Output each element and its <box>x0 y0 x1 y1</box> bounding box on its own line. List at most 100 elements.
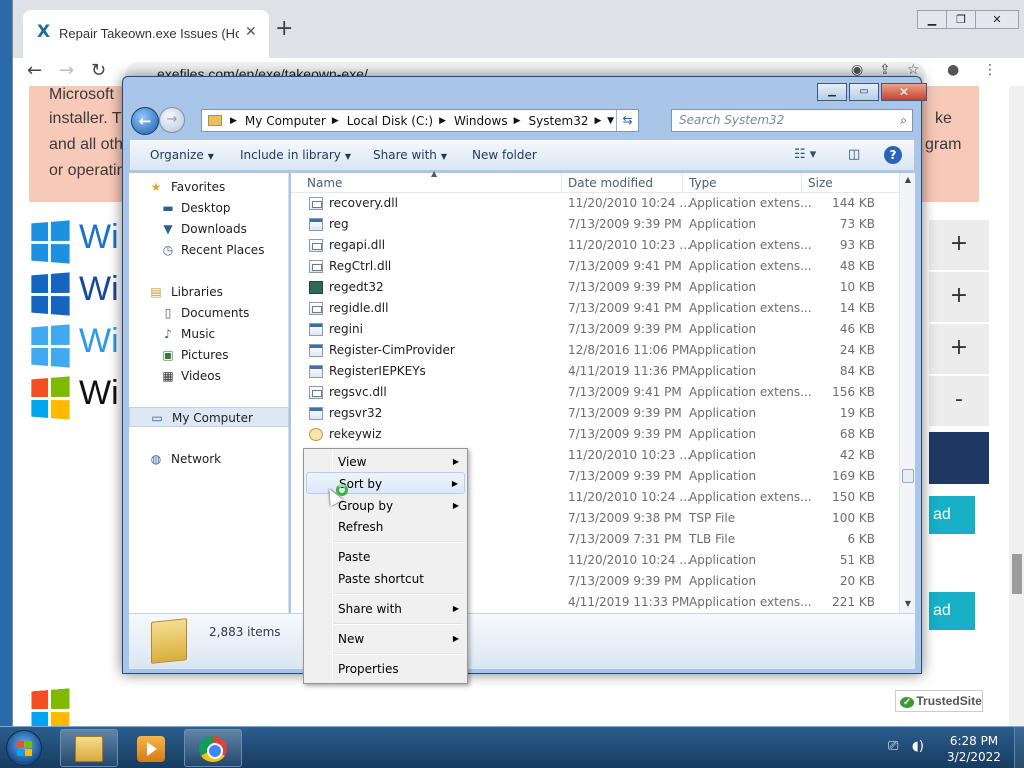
file-row[interactable]: RegisterIEPKEYs 4/11/2019 11:36 PM Applica… <box>291 361 899 382</box>
nav-pictures[interactable]: ▣ Pictures <box>129 345 289 365</box>
profile-avatar-icon[interactable]: ● <box>947 62 959 78</box>
reload-icon[interactable]: ↻ <box>91 60 106 81</box>
breadcrumb-my-computer[interactable]: My Computer <box>245 114 326 128</box>
breadcrumb-system32[interactable]: System32 <box>529 114 589 128</box>
chevron-right-icon[interactable]: ▶ <box>332 116 339 126</box>
accordion-expand-button[interactable]: + <box>929 324 989 374</box>
chevron-right-icon[interactable]: ▶ <box>595 116 602 126</box>
view-options-icon[interactable]: ☷ ▾ <box>794 147 816 162</box>
menu-item-view-label: View <box>338 455 367 469</box>
forward-arrow-icon[interactable]: → <box>159 107 185 133</box>
taskbar-chrome-button[interactable] <box>184 729 242 767</box>
include-in-library-button[interactable]: Include in library ▼ <box>240 148 351 162</box>
file-type: Application <box>689 322 757 336</box>
menu-item-refresh[interactable]: Refresh <box>306 516 465 538</box>
new-tab-button[interactable]: + <box>275 18 293 40</box>
help-icon[interactable]: ? <box>884 146 902 164</box>
new-folder-button[interactable]: New folder <box>472 148 537 162</box>
scroll-up-icon[interactable]: ▲ <box>900 175 916 184</box>
details-pane: 2,883 items <box>129 613 915 669</box>
preview-pane-icon[interactable]: ◫ <box>848 147 860 162</box>
menu-item-properties[interactable]: Properties <box>306 658 465 680</box>
browser-tab[interactable]: X Repair Takeown.exe Issues (How ✕ <box>23 10 269 58</box>
minimize-icon[interactable]: ▁ <box>817 83 847 101</box>
chevron-right-icon[interactable]: ▶ <box>230 116 237 126</box>
menu-item-share-with[interactable]: Share with ▶ <box>306 598 465 620</box>
close-icon[interactable]: ✕ <box>881 83 927 101</box>
search-input[interactable]: Search System32 ⌕ <box>671 109 913 132</box>
download-button[interactable]: ad <box>929 592 975 630</box>
address-bar[interactable]: ▶ My Computer ▶ Local Disk (C:) ▶ Window… <box>201 109 639 132</box>
file-row[interactable]: regedt32 7/13/2009 9:39 PM Application 10 K… <box>291 277 899 298</box>
file-size: 84 KB <box>839 364 875 378</box>
scroll-down-icon[interactable]: ▼ <box>900 599 916 608</box>
file-row[interactable]: regsvr32 7/13/2009 9:39 PM Application 19 K… <box>291 403 899 424</box>
network-tray-icon[interactable]: ⎚ <box>888 739 898 754</box>
chevron-right-icon[interactable]: ▶ <box>439 116 446 126</box>
file-row[interactable]: reg 7/13/2009 9:39 PM Application 73 KB <box>291 214 899 235</box>
address-dropdown-icon[interactable]: ▼ <box>607 116 614 126</box>
chevron-right-icon[interactable]: ▶ <box>514 116 521 126</box>
menu-item-new[interactable]: New ▶ <box>306 628 465 650</box>
start-button[interactable] <box>6 730 42 766</box>
menu-item-view[interactable]: View ▶ <box>306 451 465 473</box>
column-header-size[interactable]: Size <box>808 176 833 190</box>
file-list-scroll-thumb[interactable] <box>902 469 914 483</box>
refresh-icon[interactable]: ⇆ <box>616 110 638 131</box>
menu-dots-icon[interactable]: ⋮ <box>983 62 997 78</box>
file-list-scrollbar[interactable]: ▲ ▼ <box>899 173 915 613</box>
accordion-collapse-button[interactable]: - <box>929 376 989 426</box>
system-clock[interactable]: 6:28 PM 3/2/2022 <box>938 733 1010 765</box>
download-button[interactable]: ad <box>929 496 975 534</box>
column-header-type[interactable]: Type <box>689 176 717 190</box>
minimize-icon[interactable]: ▁ <box>918 11 947 28</box>
column-header-name[interactable]: Name <box>307 176 342 190</box>
file-row[interactable]: regidle.dll 7/13/2009 9:41 PM Application … <box>291 298 899 319</box>
nav-videos[interactable]: ▦ Videos <box>129 366 289 386</box>
item-count: 2,883 items <box>209 625 281 639</box>
column-header-date[interactable]: Date modified <box>568 176 653 190</box>
close-icon[interactable]: ✕ <box>976 11 1018 28</box>
nav-favorites[interactable]: ★ Favorites <box>129 177 289 197</box>
organize-button[interactable]: Organize ▼ <box>150 148 214 162</box>
restore-icon[interactable]: ❐ <box>947 11 976 28</box>
tab-close-icon[interactable]: ✕ <box>245 24 257 40</box>
forward-arrow-icon[interactable]: → <box>59 60 74 81</box>
tab-title: Repair Takeown.exe Issues (How <box>59 26 239 41</box>
nav-music[interactable]: ♪ Music <box>129 324 289 344</box>
menu-item-paste-shortcut[interactable]: Paste shortcut <box>306 568 465 590</box>
back-arrow-icon[interactable]: ← <box>131 107 159 135</box>
show-desktop-button[interactable] <box>1014 727 1024 768</box>
page-scrollbar[interactable] <box>1009 86 1024 726</box>
file-row[interactable]: regini 7/13/2009 9:39 PM Application 46 KB <box>291 319 899 340</box>
accordion-expand-button[interactable]: + <box>929 220 989 270</box>
menu-item-paste[interactable]: Paste <box>306 546 465 568</box>
volume-tray-icon[interactable]: ◖) <box>912 739 924 754</box>
file-size: 6 KB <box>847 532 875 546</box>
file-row[interactable]: recovery.dll 11/20/2010 10:24 ... Applicat… <box>291 193 899 214</box>
nav-libraries[interactable]: ▤ Libraries <box>129 282 289 302</box>
taskbar-explorer-button[interactable] <box>60 729 118 767</box>
file-size: 24 KB <box>839 343 875 357</box>
page-scroll-thumb[interactable] <box>1012 554 1022 594</box>
nav-my-computer[interactable]: ▭ My Computer <box>129 407 289 427</box>
file-row[interactable]: Register-CimProvider 12/8/2016 11:06 PM Ap… <box>291 340 899 361</box>
nav-desktop[interactable]: ▬ Desktop <box>129 198 289 218</box>
trusted-site-badge[interactable]: ✓ TrustedSite <box>895 690 983 712</box>
accordion-expand-button[interactable]: + <box>929 272 989 322</box>
nav-downloads[interactable]: ▼ Downloads <box>129 219 289 239</box>
taskbar-media-player-button[interactable] <box>122 729 180 767</box>
breadcrumb-local-disk[interactable]: Local Disk (C:) <box>347 114 433 128</box>
share-with-button[interactable]: Share with ▼ <box>373 148 447 162</box>
nav-documents[interactable]: ▯ Documents <box>129 303 289 323</box>
file-row[interactable]: regsvc.dll 7/13/2009 9:41 PM Application e… <box>291 382 899 403</box>
maximize-icon[interactable]: ▭ <box>849 83 879 101</box>
nav-network[interactable]: ◍ Network <box>129 449 289 469</box>
file-row[interactable]: regapi.dll 11/20/2010 10:23 ... Applicatio… <box>291 235 899 256</box>
back-arrow-icon[interactable]: ← <box>27 60 42 81</box>
breadcrumb-windows[interactable]: Windows <box>454 114 508 128</box>
nav-recent-places[interactable]: ◷ Recent Places <box>129 240 289 260</box>
file-row[interactable]: RegCtrl.dll 7/13/2009 9:41 PM Application … <box>291 256 899 277</box>
file-row[interactable]: rekeywiz 7/13/2009 9:39 PM Application 68 K… <box>291 424 899 445</box>
search-icon[interactable]: ⌕ <box>900 110 907 131</box>
